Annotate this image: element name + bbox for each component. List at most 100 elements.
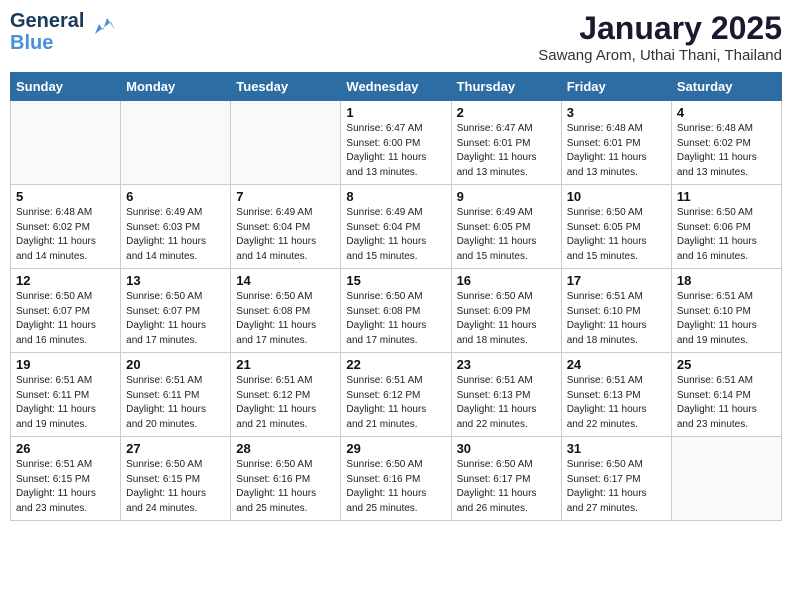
day-number: 20 — [126, 357, 225, 372]
weekday-header-friday: Friday — [561, 73, 671, 101]
logo: General Blue — [10, 10, 119, 54]
calendar-cell: 12 Sunrise: 6:50 AM Sunset: 6:07 PM Dayli… — [11, 269, 121, 353]
day-info: Sunrise: 6:51 AM Sunset: 6:12 PM Dayligh… — [236, 374, 335, 432]
day-number: 2 — [457, 105, 556, 120]
day-number: 22 — [346, 357, 445, 372]
title-block: January 2025 Sawang Arom, Uthai Thani, T… — [538, 10, 782, 64]
week-row-2: 5 Sunrise: 6:48 AM Sunset: 6:02 PM Daylig… — [11, 185, 782, 269]
calendar-cell: 4 Sunrise: 6:48 AM Sunset: 6:02 PM Daylig… — [671, 101, 781, 185]
day-info: Sunrise: 6:50 AM Sunset: 6:15 PM Dayligh… — [126, 458, 225, 516]
calendar-cell: 23 Sunrise: 6:51 AM Sunset: 6:13 PM Dayli… — [451, 353, 561, 437]
day-number: 24 — [567, 357, 666, 372]
calendar-cell: 31 Sunrise: 6:50 AM Sunset: 6:17 PM Dayli… — [561, 437, 671, 521]
day-number: 15 — [346, 273, 445, 288]
day-info: Sunrise: 6:50 AM Sunset: 6:09 PM Dayligh… — [457, 290, 556, 348]
calendar-cell — [231, 101, 341, 185]
day-info: Sunrise: 6:48 AM Sunset: 6:01 PM Dayligh… — [567, 122, 666, 180]
calendar-cell: 3 Sunrise: 6:48 AM Sunset: 6:01 PM Daylig… — [561, 101, 671, 185]
day-number: 17 — [567, 273, 666, 288]
weekday-header-row: SundayMondayTuesdayWednesdayThursdayFrid… — [11, 73, 782, 101]
day-info: Sunrise: 6:51 AM Sunset: 6:11 PM Dayligh… — [16, 374, 115, 432]
day-number: 14 — [236, 273, 335, 288]
calendar-cell: 18 Sunrise: 6:51 AM Sunset: 6:10 PM Dayli… — [671, 269, 781, 353]
day-number: 3 — [567, 105, 666, 120]
day-number: 28 — [236, 441, 335, 456]
calendar-cell: 27 Sunrise: 6:50 AM Sunset: 6:15 PM Dayli… — [121, 437, 231, 521]
weekday-header-wednesday: Wednesday — [341, 73, 451, 101]
day-number: 4 — [677, 105, 776, 120]
calendar-table: SundayMondayTuesdayWednesdayThursdayFrid… — [10, 72, 782, 521]
calendar-cell: 30Sunrise: 6:50 AM Sunset: 6:17 PM Dayli… — [451, 437, 561, 521]
day-info: Sunrise: 6:51 AM Sunset: 6:15 PM Dayligh… — [16, 458, 115, 516]
day-number: 10 — [567, 189, 666, 204]
month-title: January 2025 — [538, 10, 782, 47]
day-number: 5 — [16, 189, 115, 204]
calendar-cell: 29 Sunrise: 6:50 AM Sunset: 6:16 PM Dayli… — [341, 437, 451, 521]
week-row-5: 26 Sunrise: 6:51 AM Sunset: 6:15 PM Dayli… — [11, 437, 782, 521]
day-number: 16 — [457, 273, 556, 288]
day-info: Sunrise: 6:49 AM Sunset: 6:04 PM Dayligh… — [236, 206, 335, 264]
calendar-cell: 22 Sunrise: 6:51 AM Sunset: 6:12 PM Dayli… — [341, 353, 451, 437]
calendar-cell: 25 Sunrise: 6:51 AM Sunset: 6:14 PM Dayli… — [671, 353, 781, 437]
day-number: 27 — [126, 441, 225, 456]
logo-icon — [87, 10, 119, 42]
day-number: 29 — [346, 441, 445, 456]
day-number: 23 — [457, 357, 556, 372]
calendar-cell: 6 Sunrise: 6:49 AM Sunset: 6:03 PM Daylig… — [121, 185, 231, 269]
day-info: Sunrise: 6:51 AM Sunset: 6:11 PM Dayligh… — [126, 374, 225, 432]
day-info: Sunrise: 6:51 AM Sunset: 6:10 PM Dayligh… — [677, 290, 776, 348]
calendar-cell — [11, 101, 121, 185]
calendar-cell: 9Sunrise: 6:49 AM Sunset: 6:05 PM Daylig… — [451, 185, 561, 269]
week-row-4: 19Sunrise: 6:51 AM Sunset: 6:11 PM Dayli… — [11, 353, 782, 437]
calendar-cell: 19Sunrise: 6:51 AM Sunset: 6:11 PM Dayli… — [11, 353, 121, 437]
day-number: 31 — [567, 441, 666, 456]
calendar-cell: 13Sunrise: 6:50 AM Sunset: 6:07 PM Dayli… — [121, 269, 231, 353]
calendar-cell: 14Sunrise: 6:50 AM Sunset: 6:08 PM Dayli… — [231, 269, 341, 353]
day-number: 26 — [16, 441, 115, 456]
weekday-header-saturday: Saturday — [671, 73, 781, 101]
weekday-header-thursday: Thursday — [451, 73, 561, 101]
logo-line2: Blue — [10, 32, 84, 54]
day-number: 12 — [16, 273, 115, 288]
calendar-cell: 21 Sunrise: 6:51 AM Sunset: 6:12 PM Dayli… — [231, 353, 341, 437]
calendar-cell — [121, 101, 231, 185]
day-info: Sunrise: 6:48 AM Sunset: 6:02 PM Dayligh… — [16, 206, 115, 264]
day-info: Sunrise: 6:51 AM Sunset: 6:12 PM Dayligh… — [346, 374, 445, 432]
day-number: 30 — [457, 441, 556, 456]
week-row-3: 12 Sunrise: 6:50 AM Sunset: 6:07 PM Dayli… — [11, 269, 782, 353]
logo-line1: General — [10, 10, 84, 32]
day-info: Sunrise: 6:50 AM Sunset: 6:05 PM Dayligh… — [567, 206, 666, 264]
page-header: General Blue January 2025 Sawang Arom, U… — [10, 10, 782, 64]
day-info: Sunrise: 6:51 AM Sunset: 6:14 PM Dayligh… — [677, 374, 776, 432]
week-row-1: 1Sunrise: 6:47 AM Sunset: 6:00 PM Daylig… — [11, 101, 782, 185]
day-number: 21 — [236, 357, 335, 372]
day-number: 11 — [677, 189, 776, 204]
day-number: 8 — [346, 189, 445, 204]
calendar-cell: 26 Sunrise: 6:51 AM Sunset: 6:15 PM Dayli… — [11, 437, 121, 521]
calendar-cell: 7 Sunrise: 6:49 AM Sunset: 6:04 PM Daylig… — [231, 185, 341, 269]
day-info: Sunrise: 6:50 AM Sunset: 6:16 PM Dayligh… — [236, 458, 335, 516]
day-info: Sunrise: 6:50 AM Sunset: 6:17 PM Dayligh… — [567, 458, 666, 516]
day-info: Sunrise: 6:47 AM Sunset: 6:00 PM Dayligh… — [346, 122, 445, 180]
day-info: Sunrise: 6:47 AM Sunset: 6:01 PM Dayligh… — [457, 122, 556, 180]
day-number: 18 — [677, 273, 776, 288]
day-info: Sunrise: 6:48 AM Sunset: 6:02 PM Dayligh… — [677, 122, 776, 180]
calendar-cell: 10 Sunrise: 6:50 AM Sunset: 6:05 PM Dayli… — [561, 185, 671, 269]
day-number: 6 — [126, 189, 225, 204]
calendar-cell: 20 Sunrise: 6:51 AM Sunset: 6:11 PM Dayli… — [121, 353, 231, 437]
calendar-cell: 24Sunrise: 6:51 AM Sunset: 6:13 PM Dayli… — [561, 353, 671, 437]
day-info: Sunrise: 6:51 AM Sunset: 6:10 PM Dayligh… — [567, 290, 666, 348]
day-info: Sunrise: 6:50 AM Sunset: 6:07 PM Dayligh… — [16, 290, 115, 348]
calendar-cell: 1Sunrise: 6:47 AM Sunset: 6:00 PM Daylig… — [341, 101, 451, 185]
day-info: Sunrise: 6:49 AM Sunset: 6:04 PM Dayligh… — [346, 206, 445, 264]
calendar-cell: 16 Sunrise: 6:50 AM Sunset: 6:09 PM Dayli… — [451, 269, 561, 353]
day-number: 9 — [457, 189, 556, 204]
day-info: Sunrise: 6:49 AM Sunset: 6:03 PM Dayligh… — [126, 206, 225, 264]
day-info: Sunrise: 6:50 AM Sunset: 6:06 PM Dayligh… — [677, 206, 776, 264]
calendar-cell: 2 Sunrise: 6:47 AM Sunset: 6:01 PM Daylig… — [451, 101, 561, 185]
day-info: Sunrise: 6:50 AM Sunset: 6:16 PM Dayligh… — [346, 458, 445, 516]
day-info: Sunrise: 6:51 AM Sunset: 6:13 PM Dayligh… — [457, 374, 556, 432]
day-number: 7 — [236, 189, 335, 204]
day-number: 25 — [677, 357, 776, 372]
location: Sawang Arom, Uthai Thani, Thailand — [538, 47, 782, 64]
